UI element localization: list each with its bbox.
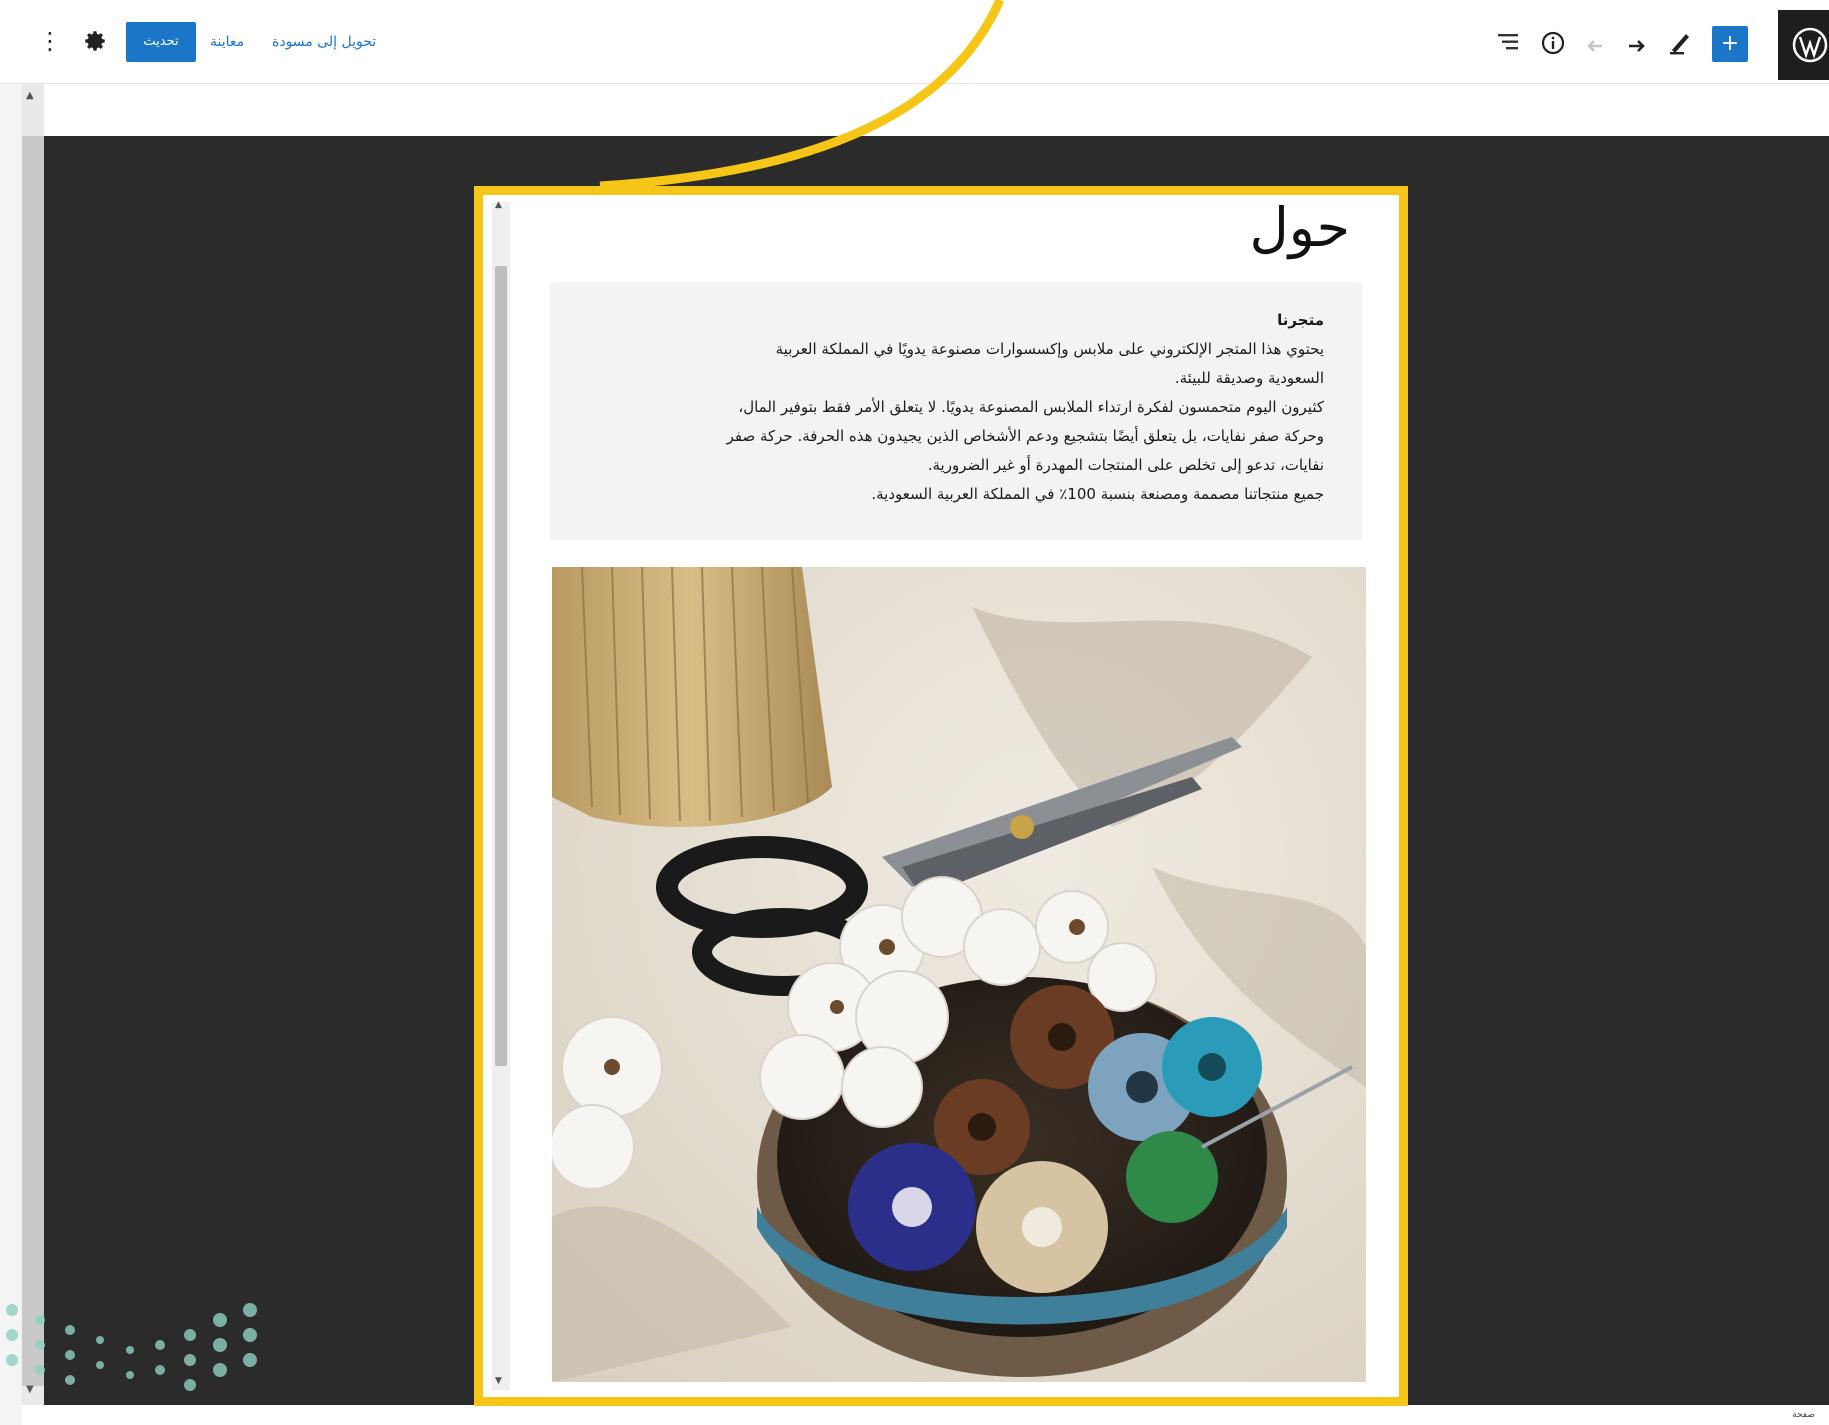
wordpress-logo-button[interactable] <box>1778 10 1829 80</box>
list-view-icon[interactable] <box>1496 30 1522 54</box>
undo-icon[interactable] <box>1582 30 1608 56</box>
paragraph-line: كثيرون اليوم متحمسون لفكرة ارتداء الملاب… <box>738 398 1324 416</box>
redo-icon[interactable] <box>1624 30 1650 56</box>
paragraph-line: يحتوي هذا المتجر الإلكتروني على ملابس وإ… <box>775 340 1324 358</box>
editor-footer <box>22 1405 1829 1425</box>
decorative-dots-pattern <box>6 1303 257 1391</box>
page-title[interactable]: حول <box>1200 196 1350 259</box>
update-button[interactable]: تحديث <box>126 22 196 62</box>
image-block[interactable] <box>552 567 1366 1382</box>
page-scroll-down-icon[interactable]: ▼ <box>495 1376 502 1386</box>
footer-breadcrumb[interactable]: صفحة <box>1792 1410 1815 1420</box>
page-scroll-up-icon[interactable]: ▲ <box>495 200 502 210</box>
wordpress-logo-icon <box>1792 27 1828 63</box>
paragraph-line: جميع منتجاتنا مصممة ومصنعة بنسبة 100٪ في… <box>871 485 1324 503</box>
scroll-up-arrow-icon[interactable]: ▲ <box>26 90 34 101</box>
paragraph-line: وحركة صفر نفايات، بل يتعلق أيضًا بتشجيع … <box>726 427 1324 445</box>
left-edge-strip <box>0 0 22 1425</box>
add-block-button[interactable]: + <box>1712 26 1748 62</box>
page-scrollbar-thumb[interactable] <box>495 266 507 1066</box>
paragraph-line: نفايات، تدعو إلى تخلص على المنتجات المهد… <box>927 456 1324 474</box>
outer-scrollbar-thumb[interactable] <box>22 136 44 1386</box>
sewing-supplies-photo <box>552 567 1366 1382</box>
store-heading: متجرنا <box>1277 311 1324 329</box>
pen-icon[interactable] <box>1666 28 1692 56</box>
switch-to-draft-link[interactable]: تحويل إلى مسودة <box>272 34 376 50</box>
gear-icon[interactable] <box>82 28 108 54</box>
preview-link[interactable]: معاينة <box>210 34 244 50</box>
info-icon[interactable] <box>1540 30 1566 56</box>
callout-arrow <box>599 0 1005 191</box>
more-options-icon[interactable]: ⋮ <box>38 26 62 56</box>
paragraph-line: السعودية وصديقة للبيئة. <box>1174 369 1324 387</box>
paragraph-text[interactable]: متجرنا يحتوي هذا المتجر الإلكتروني على م… <box>590 306 1324 509</box>
